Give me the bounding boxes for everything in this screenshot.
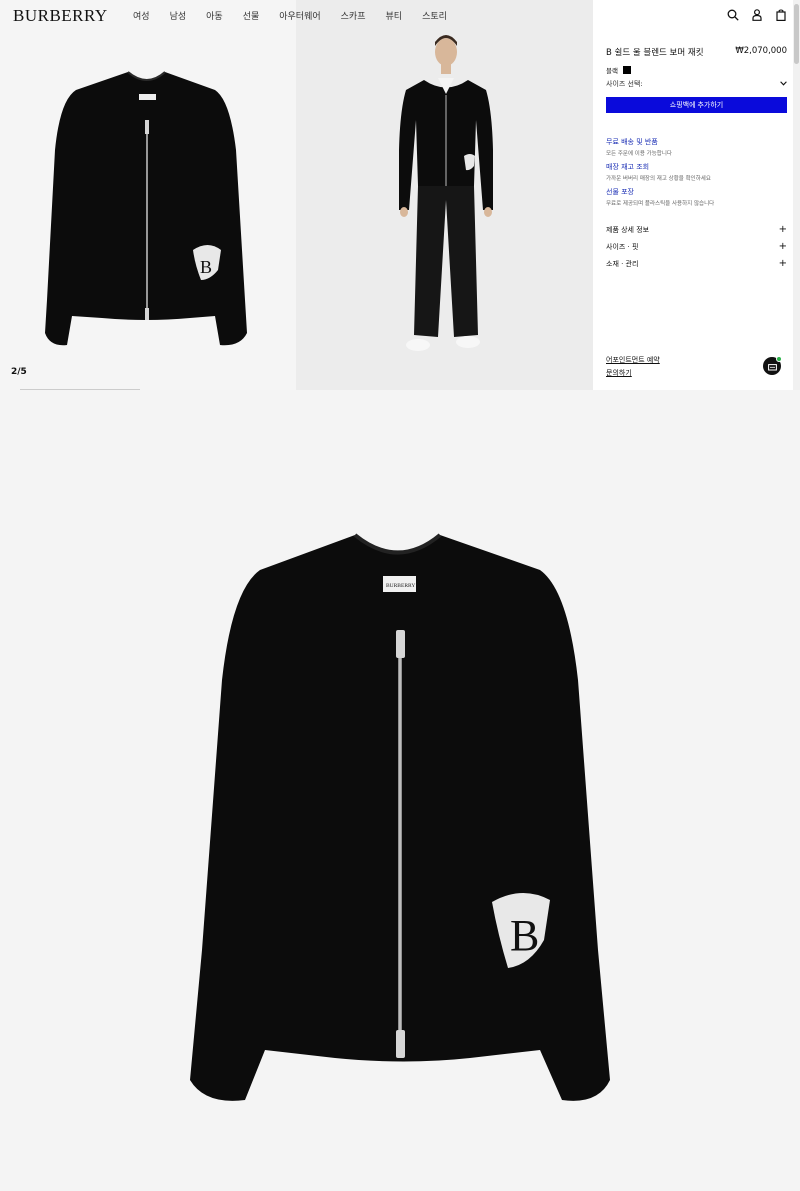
scrollbar[interactable]: [793, 0, 800, 390]
accordion-label: 사이즈 · 핏: [606, 243, 639, 251]
main-nav: 여성 남성 아동 선물 아우터웨어 스카프 뷰티 스토리: [123, 9, 457, 22]
nav-item-men[interactable]: 남성: [160, 9, 197, 22]
jacket-flat-illustration: B: [45, 71, 247, 346]
size-select[interactable]: 사이즈 선택:: [606, 78, 787, 90]
plus-icon: +: [778, 258, 787, 269]
product-image-flat[interactable]: B 2/5: [0, 0, 296, 390]
brand-logo[interactable]: BURBERRY: [13, 6, 108, 26]
svg-text:B: B: [200, 257, 212, 277]
info-subtitle: 무료로 제공되며 플라스틱을 사용하지 않습니다: [606, 201, 715, 207]
product-price: ₩2,070,000: [735, 46, 787, 56]
nav-item-outerwear[interactable]: 아우터웨어: [269, 9, 330, 22]
info-title[interactable]: 매장 재고 조회: [606, 162, 711, 172]
header-icons: [726, 7, 788, 23]
accordion-label: 소재 · 관리: [606, 260, 639, 268]
nav-item-gifts[interactable]: 선물: [233, 9, 270, 22]
accordion-size-fit[interactable]: 사이즈 · 핏 +: [606, 242, 787, 252]
scrollbar-thumb[interactable]: [794, 4, 799, 64]
bag-icon[interactable]: [774, 7, 788, 23]
accordion-material-care[interactable]: 소재 · 관리 +: [606, 259, 787, 269]
info-title[interactable]: 선물 포장: [606, 187, 714, 197]
search-icon[interactable]: [726, 7, 740, 23]
product-image-model[interactable]: [296, 0, 593, 390]
model-illustration: [399, 35, 493, 351]
color-selector: 블랙: [606, 65, 631, 75]
nav-item-stories[interactable]: 스토리: [412, 9, 457, 22]
nav-item-women[interactable]: 여성: [123, 9, 160, 22]
inquiry-link[interactable]: 문의하기: [606, 368, 632, 378]
plus-icon: +: [778, 241, 787, 252]
svg-text:BURBERRY: BURBERRY: [386, 583, 415, 589]
plus-icon: +: [778, 224, 787, 235]
size-select-label: 사이즈 선택:: [606, 80, 643, 88]
svg-text:B: B: [510, 911, 539, 960]
product-detail-panel: B 쉴드 울 블렌드 보머 재킷 ₩2,070,000 블랙 사이즈 선택: 쇼…: [593, 0, 800, 390]
info-title[interactable]: 무료 배송 및 반품: [606, 137, 672, 147]
add-to-bag-button[interactable]: 쇼핑백에 추가하기: [606, 97, 787, 113]
accordion-product-details[interactable]: 제품 상세 정보 +: [606, 225, 787, 235]
chevron-down-icon: [780, 80, 787, 88]
jacket-large-illustration: BURBERRY B: [190, 533, 610, 1101]
nav-item-kids[interactable]: 아동: [196, 9, 233, 22]
info-subtitle: 가까운 버버리 매장의 재고 상황을 확인하세요: [606, 176, 711, 182]
gallery-counter: 2/5: [11, 367, 27, 377]
chat-status-dot: [776, 356, 782, 362]
color-swatch-black[interactable]: [622, 66, 631, 74]
chat-button[interactable]: [763, 356, 782, 375]
info-subtitle: 모든 주문에 이용 가능합니다: [606, 151, 672, 157]
book-appointment-link[interactable]: 어포인트먼트 예약: [606, 355, 660, 365]
info-free-shipping: 무료 배송 및 반품 모든 주문에 이용 가능합니다: [606, 137, 672, 157]
product-gallery: B 2/5: [0, 0, 593, 390]
info-gift-wrap: 선물 포장 무료로 제공되며 플라스틱을 사용하지 않습니다: [606, 187, 714, 207]
product-image-large[interactable]: BURBERRY B: [0, 390, 800, 1191]
nav-item-scarves[interactable]: 스카프: [331, 9, 376, 22]
product-title: B 쉴드 울 블렌드 보머 재킷: [606, 48, 704, 58]
info-store-stock: 매장 재고 조회 가까운 버버리 매장의 재고 상황을 확인하세요: [606, 162, 711, 182]
account-icon[interactable]: [750, 7, 764, 23]
site-header: BURBERRY 여성 남성 아동 선물 아우터웨어 스카프 뷰티 스토리: [0, 0, 593, 32]
color-label: 블랙: [606, 67, 618, 75]
accordion-label: 제품 상세 정보: [606, 226, 650, 234]
nav-item-beauty[interactable]: 뷰티: [376, 9, 413, 22]
